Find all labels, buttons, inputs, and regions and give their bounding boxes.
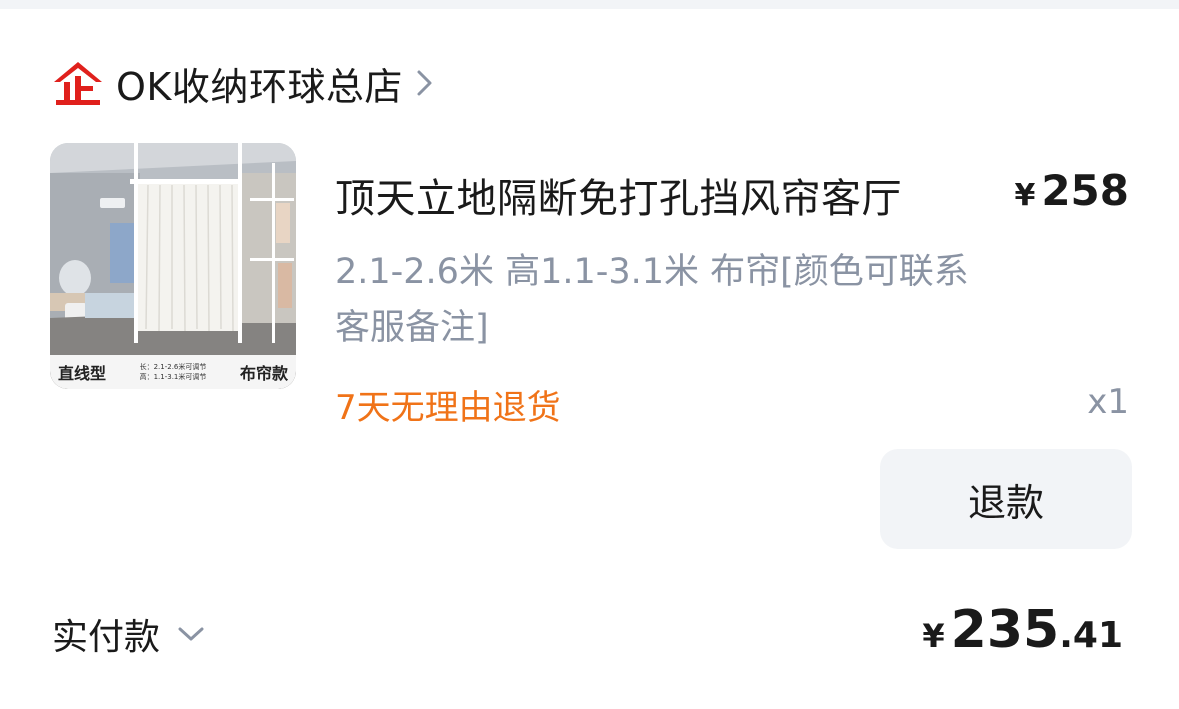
chevron-down-icon[interactable] bbox=[176, 624, 206, 644]
image-caption: 直线型 长：2.1-2.6米可调节 高：1.1-3.1米可调节 布帘款 bbox=[50, 355, 296, 389]
price-amount: 258 bbox=[1041, 166, 1129, 215]
product-spec: 2.1-2.6米 高1.1-3.1米 布帘[颜色可联系客服备注] bbox=[335, 252, 969, 348]
store-header[interactable]: OK收纳环球总店 bbox=[50, 56, 435, 110]
caption-dimensions: 长：2.1-2.6米可调节 高：1.1-3.1米可调节 bbox=[139, 363, 207, 381]
quantity: x1 bbox=[1087, 382, 1129, 422]
return-policy-badge: 7天无理由退货 bbox=[335, 388, 561, 428]
top-divider bbox=[0, 0, 1179, 9]
product-photo bbox=[50, 143, 296, 389]
paid-label: 实付款 bbox=[52, 617, 161, 658]
caption-style: 直线型 bbox=[58, 364, 107, 383]
caption-material: 布帘款 bbox=[239, 364, 288, 383]
chevron-right-icon[interactable] bbox=[415, 68, 435, 98]
enterprise-store-icon bbox=[54, 62, 102, 105]
refund-button[interactable]: 退款 bbox=[880, 449, 1132, 549]
paid-amount-dec: .41 bbox=[1059, 615, 1123, 656]
paid-summary-toggle[interactable]: 实付款 bbox=[52, 608, 206, 660]
product-image[interactable]: 直线型 长：2.1-2.6米可调节 高：1.1-3.1米可调节 布帘款 bbox=[50, 143, 296, 389]
price-currency: ¥ bbox=[1014, 178, 1036, 213]
product-price: ¥ 258 bbox=[1014, 166, 1129, 215]
paid-amount-int: 235 bbox=[950, 600, 1060, 660]
store-name[interactable]: OK收纳环球总店 bbox=[116, 56, 403, 111]
product-title[interactable]: 顶天立地隔断免打孔挡风帘客厅 bbox=[335, 166, 902, 224]
paid-amount: ¥ 235 .41 bbox=[922, 600, 1123, 660]
paid-currency: ¥ bbox=[922, 617, 945, 655]
